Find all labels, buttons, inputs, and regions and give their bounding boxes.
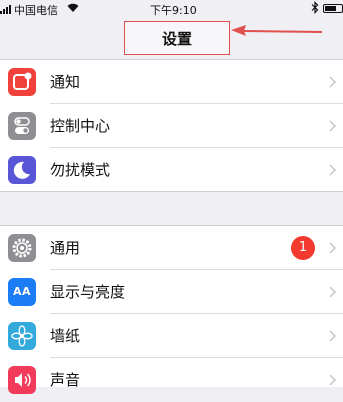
notification-badge: 1 (291, 236, 315, 260)
annotation-arrow-icon (231, 25, 323, 36)
moon-icon (8, 156, 36, 184)
carrier-name: 中国电信 (14, 4, 58, 17)
settings-row-sounds[interactable]: 声音 (0, 358, 343, 402)
settings-group-2: 通用 1 AA 显示与亮度 墙纸 声音 (0, 225, 343, 394)
chevron-right-icon (329, 374, 337, 386)
chevron-right-icon (329, 164, 337, 176)
display-brightness-icon: AA (8, 278, 36, 306)
settings-row-label: 墙纸 (50, 327, 81, 345)
settings-group-1: 通知 控制中心 勿扰模式 (0, 60, 343, 192)
settings-row-label: 通用 (50, 239, 81, 257)
settings-row-wallpaper[interactable]: 墙纸 (0, 314, 343, 358)
settings-row-label: 声音 (50, 371, 81, 389)
chevron-right-icon (329, 120, 337, 132)
settings-row-label: 控制中心 (50, 117, 111, 135)
chevron-right-icon (329, 242, 337, 254)
settings-row-label: 通知 (50, 73, 81, 91)
settings-row-label: 显示与亮度 (50, 283, 126, 301)
settings-row-display-brightness[interactable]: AA 显示与亮度 (0, 270, 343, 314)
notifications-icon (8, 68, 36, 96)
wifi-icon (67, 3, 79, 13)
wallpaper-flower-icon (8, 322, 36, 350)
cellular-signal-icon (0, 5, 11, 14)
control-center-icon (8, 112, 36, 140)
chevron-right-icon (329, 330, 337, 342)
status-bar: 中国电信 下午9:10 (0, 0, 343, 18)
settings-row-general[interactable]: 通用 1 (0, 226, 343, 270)
bluetooth-icon (311, 1, 319, 14)
chevron-right-icon (329, 76, 337, 88)
battery-icon (323, 4, 343, 13)
page-title: 设置 (124, 21, 230, 55)
settings-row-notifications[interactable]: 通知 (0, 60, 343, 104)
gear-icon (8, 234, 36, 262)
settings-row-label: 勿扰模式 (50, 161, 111, 179)
settings-row-do-not-disturb[interactable]: 勿扰模式 (0, 148, 343, 192)
settings-row-control-center[interactable]: 控制中心 (0, 104, 343, 148)
status-time: 下午9:10 (150, 4, 197, 17)
speaker-icon (8, 366, 36, 394)
chevron-right-icon (329, 286, 337, 298)
